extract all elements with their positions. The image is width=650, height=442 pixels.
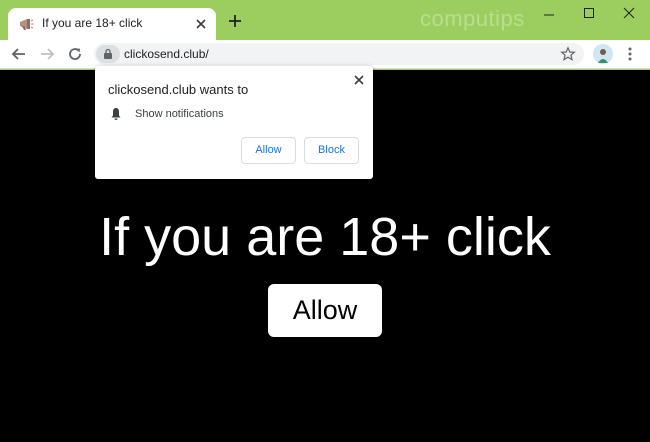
close-icon[interactable]: [194, 17, 208, 31]
bell-icon: [111, 108, 121, 120]
site-info-button[interactable]: [96, 45, 120, 63]
forward-arrow-icon[interactable]: [38, 45, 56, 63]
menu-dots-icon[interactable]: [624, 45, 636, 63]
page-headline: If you are 18+ click: [99, 207, 551, 267]
reload-icon[interactable]: [66, 45, 84, 63]
watermark: computips: [420, 6, 525, 31]
title-bar: If you are 18+ click computips: [0, 0, 650, 40]
address-bar[interactable]: clickosend.club/: [94, 43, 584, 65]
avatar[interactable]: [593, 44, 613, 64]
tab-title: If you are 18+ click: [42, 16, 143, 30]
notification-permission-popup: clickosend.club wants to Show notificati…: [95, 66, 373, 179]
url-text[interactable]: clickosend.club/: [124, 47, 209, 61]
popup-title: clickosend.club wants to: [108, 82, 249, 97]
block-button[interactable]: Block: [304, 137, 359, 164]
megaphone-favicon-icon: [20, 19, 34, 30]
permission-text: Show notifications: [135, 108, 224, 120]
minimize-icon[interactable]: [534, 4, 564, 24]
browser-tab[interactable]: If you are 18+ click: [8, 8, 216, 40]
back-arrow-icon[interactable]: [10, 45, 28, 63]
lock-icon: [104, 48, 112, 59]
close-icon[interactable]: [353, 74, 365, 86]
window-close-icon[interactable]: [614, 4, 644, 24]
star-icon[interactable]: [560, 46, 576, 62]
page-allow-button[interactable]: Allow: [268, 284, 382, 337]
avatar-icon: [593, 44, 613, 64]
maximize-icon[interactable]: [574, 4, 604, 24]
browser-toolbar: clickosend.club/: [0, 40, 650, 69]
allow-button[interactable]: Allow: [241, 137, 296, 164]
new-tab-plus-icon[interactable]: [226, 12, 244, 30]
